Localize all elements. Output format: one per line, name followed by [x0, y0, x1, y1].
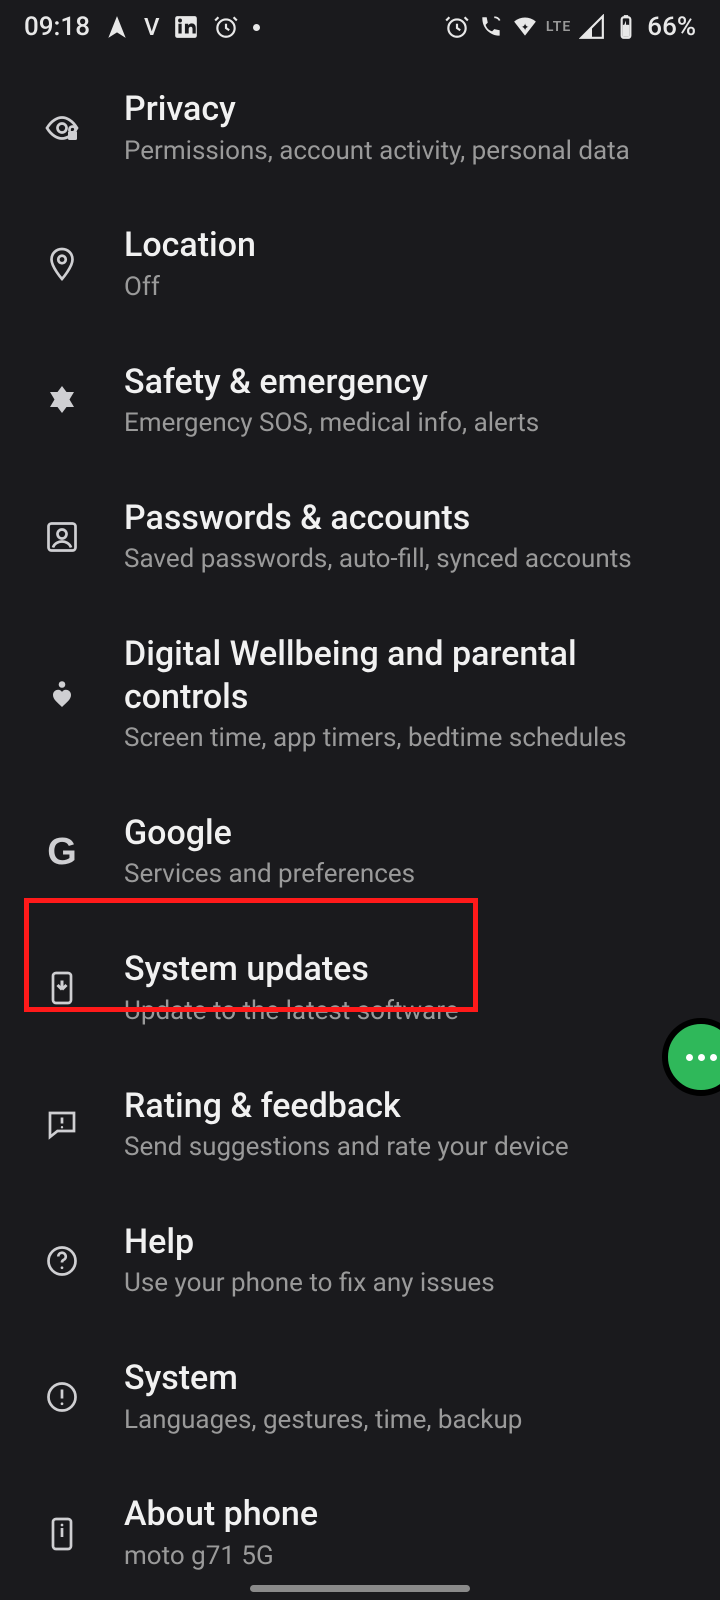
- item-subtitle: Screen time, app timers, bedtime schedul…: [124, 722, 690, 756]
- signal-icon: [579, 14, 605, 40]
- item-title: Location: [124, 224, 690, 267]
- item-title: Passwords & accounts: [124, 497, 690, 540]
- item-title: System: [124, 1357, 690, 1400]
- notification-v-icon: V: [144, 13, 160, 41]
- item-subtitle: Permissions, account activity, personal …: [124, 135, 690, 169]
- navigation-handle[interactable]: [250, 1585, 470, 1592]
- item-subtitle: Use your phone to fix any issues: [124, 1267, 690, 1301]
- more-dots-icon: [686, 1054, 717, 1061]
- item-title: Safety & emergency: [124, 361, 690, 404]
- passwords-icon: [42, 517, 82, 557]
- alarm-icon: [213, 14, 239, 40]
- item-subtitle: Send suggestions and rate your device: [124, 1131, 690, 1165]
- settings-item-help[interactable]: Help Use your phone to fix any issues: [0, 1193, 720, 1329]
- status-time: 09:18: [24, 12, 90, 42]
- wellbeing-icon: [42, 675, 82, 715]
- system-updates-icon: [42, 968, 82, 1008]
- about-phone-icon: [42, 1514, 82, 1554]
- item-title: Google: [124, 812, 690, 855]
- safety-icon: [42, 381, 82, 421]
- item-title: About phone: [124, 1493, 690, 1536]
- system-icon: [42, 1377, 82, 1417]
- item-title: Privacy: [124, 88, 690, 131]
- item-title: Rating & feedback: [124, 1085, 690, 1128]
- item-subtitle: moto g71 5G: [124, 1540, 690, 1574]
- status-left: 09:18 V: [24, 12, 260, 42]
- send-icon: [104, 14, 130, 40]
- rating-icon: [42, 1105, 82, 1145]
- settings-list: Privacy Permissions, account activity, p…: [0, 50, 720, 1600]
- settings-item-passwords[interactable]: Passwords & accounts Saved passwords, au…: [0, 469, 720, 605]
- linkedin-icon: [173, 14, 199, 40]
- settings-item-location[interactable]: Location Off: [0, 196, 720, 332]
- item-subtitle: Services and preferences: [124, 858, 690, 892]
- battery-percent: 66%: [647, 12, 696, 42]
- settings-item-safety[interactable]: Safety & emergency Emergency SOS, medica…: [0, 333, 720, 469]
- item-title: System updates: [124, 948, 690, 991]
- wifi-calling-icon: [478, 14, 504, 40]
- notification-more-dot: [253, 24, 260, 31]
- status-right: ✦ LTE 66%: [444, 12, 696, 42]
- battery-icon: [613, 14, 639, 40]
- alarm-status-icon: [444, 14, 470, 40]
- wifi-icon: ✦: [512, 14, 538, 40]
- settings-item-about[interactable]: About phone moto g71 5G: [0, 1465, 720, 1600]
- settings-item-wellbeing[interactable]: Digital Wellbeing and parental controls …: [0, 605, 720, 784]
- settings-item-google[interactable]: G Google Services and preferences: [0, 784, 720, 920]
- settings-item-rating[interactable]: Rating & feedback Send suggestions and r…: [0, 1057, 720, 1193]
- item-subtitle: Off: [124, 271, 690, 305]
- google-icon: G: [42, 832, 82, 872]
- network-type-label: LTE: [546, 19, 571, 35]
- svg-text:✦: ✦: [521, 22, 529, 33]
- help-icon: [42, 1241, 82, 1281]
- location-icon: [42, 244, 82, 284]
- item-title: Help: [124, 1221, 690, 1264]
- status-bar: 09:18 V ✦ LTE 66%: [0, 0, 720, 50]
- item-subtitle: Saved passwords, auto-fill, synced accou…: [124, 543, 690, 577]
- item-title: Digital Wellbeing and parental controls: [124, 633, 690, 718]
- settings-item-privacy[interactable]: Privacy Permissions, account activity, p…: [0, 60, 720, 196]
- settings-item-system[interactable]: System Languages, gestures, time, backup: [0, 1329, 720, 1465]
- privacy-icon: [42, 108, 82, 148]
- item-subtitle: Emergency SOS, medical info, alerts: [124, 407, 690, 441]
- settings-item-system-updates[interactable]: System updates Update to the latest soft…: [0, 920, 720, 1056]
- item-subtitle: Languages, gestures, time, backup: [124, 1404, 690, 1438]
- item-subtitle: Update to the latest software: [124, 995, 690, 1029]
